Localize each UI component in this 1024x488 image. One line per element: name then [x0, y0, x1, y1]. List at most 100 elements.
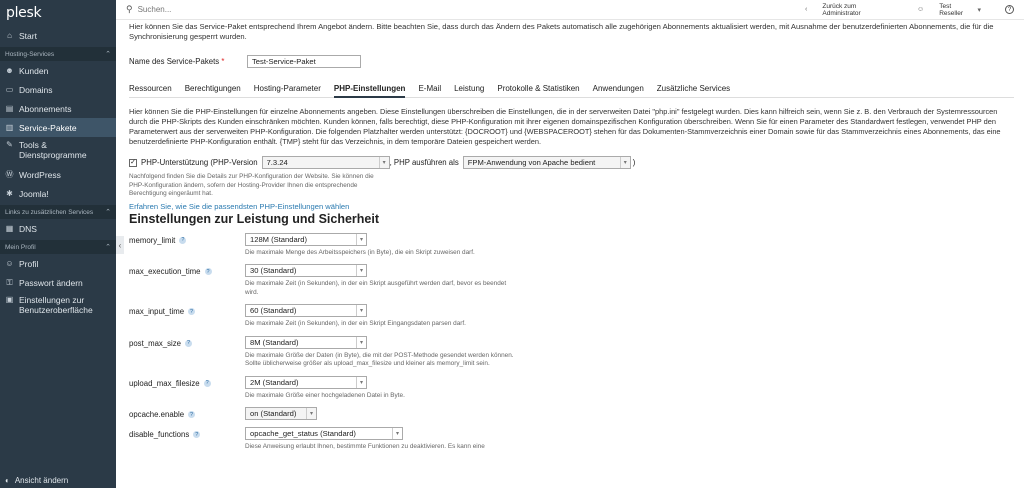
setting-control: 30 (Standard) ▾ Die maximale Zeit (in Se…	[245, 264, 520, 297]
sidebar-item-label: Tools & Dienstprogramme	[19, 140, 87, 160]
help-icon[interactable]: ?	[179, 236, 187, 244]
sidebar-section-hosting[interactable]: Hosting-Services ⌃	[0, 47, 116, 61]
chevron-down-icon: ▾	[306, 408, 316, 419]
setting-name: memory_limit	[129, 235, 176, 245]
tab-anwendungen[interactable]: Anwendungen	[593, 84, 644, 97]
setting-opcache-enable: opcache.enable ? on (Standard) ▾	[129, 407, 1014, 420]
chevron-up-icon: ⌃	[105, 244, 111, 251]
tab-email[interactable]: E-Mail	[418, 84, 441, 97]
arrow-left-icon: ‹	[805, 6, 808, 13]
joomla-icon: ✱	[6, 189, 13, 198]
sidebar-item-tools[interactable]: ✎ Tools & Dienstprogramme	[0, 137, 116, 165]
sidebar-item-abonnements[interactable]: ▤ Abonnements	[0, 99, 116, 118]
opcache-enable-select[interactable]: on (Standard) ▾	[245, 407, 317, 420]
tab-berechtigungen[interactable]: Berechtigungen	[185, 84, 241, 97]
setting-label: max_execution_time ?	[129, 264, 245, 297]
disable-functions-select[interactable]: opcache_get_status (Standard) ▾	[245, 427, 403, 440]
post-max-size-select[interactable]: 8M (Standard) ▾	[245, 335, 367, 349]
setting-control: 60 (Standard) ▾ Die maximale Zeit (in Se…	[245, 304, 520, 329]
setting-control: 8M (Standard) ▾ Die maximale Größe der D…	[245, 335, 520, 369]
help-icon[interactable]: ?	[188, 308, 196, 315]
php-support-row: ✓ PHP-Unterstützung (PHP-Version 7.3.24 …	[129, 156, 1014, 169]
sidebar-section-profile[interactable]: Mein Profil ⌃	[0, 240, 116, 254]
key-icon: ⚿	[6, 277, 13, 287]
setting-label: opcache.enable ?	[129, 407, 245, 420]
setting-disable-functions: disable_functions ? opcache_get_status (…	[129, 427, 1014, 452]
search-bar[interactable]: ⚲ Suchen...	[116, 4, 781, 15]
sidebar: plesk ⌂ Start Hosting-Services ⌃ ☻ Kunde…	[0, 0, 116, 488]
php-support-checkbox[interactable]: ✓	[129, 158, 137, 167]
plesk-logo[interactable]: plesk	[0, 0, 116, 26]
sidebar-item-domains[interactable]: ▭ Domains	[0, 80, 116, 99]
php-version-value: 7.3.24	[266, 158, 288, 167]
learn-php-settings-link[interactable]: Erfahren Sie, wie Sie die passendsten PH…	[129, 202, 1014, 211]
php-config-hint: Nachfolgend finden Sie die Details zur P…	[129, 173, 374, 197]
setting-upload-max-filesize: upload_max_filesize ? 2M (Standard) ▾ Di…	[129, 375, 1014, 401]
php-version-select[interactable]: 7.3.24 ▾	[261, 156, 390, 169]
setting-label: post_max_size ?	[129, 336, 245, 369]
sidebar-item-label: Abonnements	[19, 103, 72, 114]
setting-value: 60 (Standard)	[250, 306, 297, 315]
dns-icon: ▦	[5, 224, 14, 233]
subscriptions-icon: ▤	[5, 104, 14, 113]
php-handler-value: FPM-Anwendung von Apache bedient	[467, 158, 596, 167]
tab-php-einstellungen[interactable]: PHP-Einstellungen	[333, 84, 405, 98]
max-input-time-select[interactable]: 60 (Standard) ▾	[245, 304, 367, 317]
chevron-down-icon: ▾	[977, 6, 981, 14]
setting-label: memory_limit ?	[129, 233, 245, 258]
setting-name: disable_functions	[129, 430, 190, 439]
user-menu[interactable]: ☺ Test Reseller ▾	[905, 3, 981, 17]
sidebar-item-start[interactable]: ⌂ Start	[0, 26, 116, 45]
package-name-label-text: Name des Service-Pakets	[129, 57, 220, 66]
sidebar-item-joomla[interactable]: ✱ Joomla!	[0, 184, 116, 203]
sidebar-item-kunden[interactable]: ☻ Kunden	[0, 61, 116, 80]
setting-max-execution-time: max_execution_time ? 30 (Standard) ▾ Die…	[129, 264, 1014, 297]
package-name-input[interactable]: Test-Service-Paket	[247, 55, 361, 68]
help-icon[interactable]: ?	[193, 431, 201, 438]
tab-zusaetzliche-services[interactable]: Zusätzliche Services	[657, 84, 730, 97]
setting-control: 2M (Standard) ▾ Die maximale Größe einer…	[245, 375, 520, 401]
sidebar-item-label: Service-Pakete	[19, 122, 77, 133]
setting-hint: Die maximale Zeit (in Sekunden), in der …	[245, 320, 466, 327]
back-to-admin-link[interactable]: ‹ Zurück zum Administrator	[793, 3, 893, 17]
sidebar-item-label: Start	[19, 30, 37, 41]
sidebar-item-label: Einstellungen zur Benutzeroberfläche	[19, 295, 93, 315]
sidebar-item-wordpress[interactable]: Ⓦ WordPress	[0, 165, 116, 184]
sidebar-item-ui-settings[interactable]: ▣ Einstellungen zur Benutzeroberfläche	[0, 292, 116, 320]
php-handler-select[interactable]: FPM-Anwendung von Apache bedient ▾	[462, 156, 631, 169]
tab-ressourcen[interactable]: Ressourcen	[129, 84, 172, 97]
help-button[interactable]: ?	[993, 5, 1014, 14]
help-icon[interactable]: ?	[185, 339, 193, 347]
sidebar-item-passwort[interactable]: ⚿ Passwort ändern	[0, 273, 116, 292]
sidebar-section-links[interactable]: Links zu zusätzlichen Services ⌃	[0, 205, 116, 219]
collapse-sidebar-button[interactable]: ‹	[116, 236, 124, 254]
setting-hint: Die maximale Menge des Arbeitsspeichers …	[245, 248, 475, 256]
setting-name: max_execution_time	[129, 267, 201, 276]
change-view-button[interactable]: ◐ Ansicht ändern	[0, 472, 116, 488]
sidebar-item-dns[interactable]: ▦ DNS	[0, 219, 116, 238]
setting-name: opcache.enable	[129, 410, 185, 419]
setting-value: opcache_get_status (Standard)	[250, 429, 356, 438]
tab-leistung[interactable]: Leistung	[454, 84, 484, 97]
sidebar-item-profil[interactable]: ☺ Profil	[0, 254, 116, 273]
user-icon: ☺	[917, 6, 925, 13]
section-title: Links zu zusätzlichen Services	[5, 208, 94, 216]
search-input[interactable]: Suchen...	[138, 5, 172, 14]
help-icon[interactable]: ?	[203, 379, 211, 387]
tab-protokolle[interactable]: Protokolle & Statistiken	[497, 84, 579, 97]
max-execution-time-select[interactable]: 30 (Standard) ▾	[245, 264, 367, 277]
setting-value: 8M (Standard)	[250, 337, 299, 347]
setting-name: upload_max_filesize	[129, 378, 200, 388]
required-marker: *	[221, 57, 225, 66]
setting-hint: Die maximale Zeit (in Sekunden), in der …	[245, 280, 507, 296]
sidebar-item-label: WordPress	[19, 169, 61, 180]
section-title: Hosting-Services	[5, 50, 55, 58]
memory-limit-select[interactable]: 128M (Standard) ▾	[245, 232, 367, 246]
upload-max-filesize-select[interactable]: 2M (Standard) ▾	[245, 375, 367, 389]
setting-value: 30 (Standard)	[250, 266, 297, 275]
tab-hosting-parameter[interactable]: Hosting-Parameter	[254, 84, 321, 97]
help-icon[interactable]: ?	[204, 268, 212, 275]
help-icon[interactable]: ?	[188, 411, 196, 418]
chevron-down-icon: ▾	[392, 428, 402, 439]
sidebar-item-service-pakete[interactable]: ▥ Service-Pakete	[0, 118, 116, 137]
